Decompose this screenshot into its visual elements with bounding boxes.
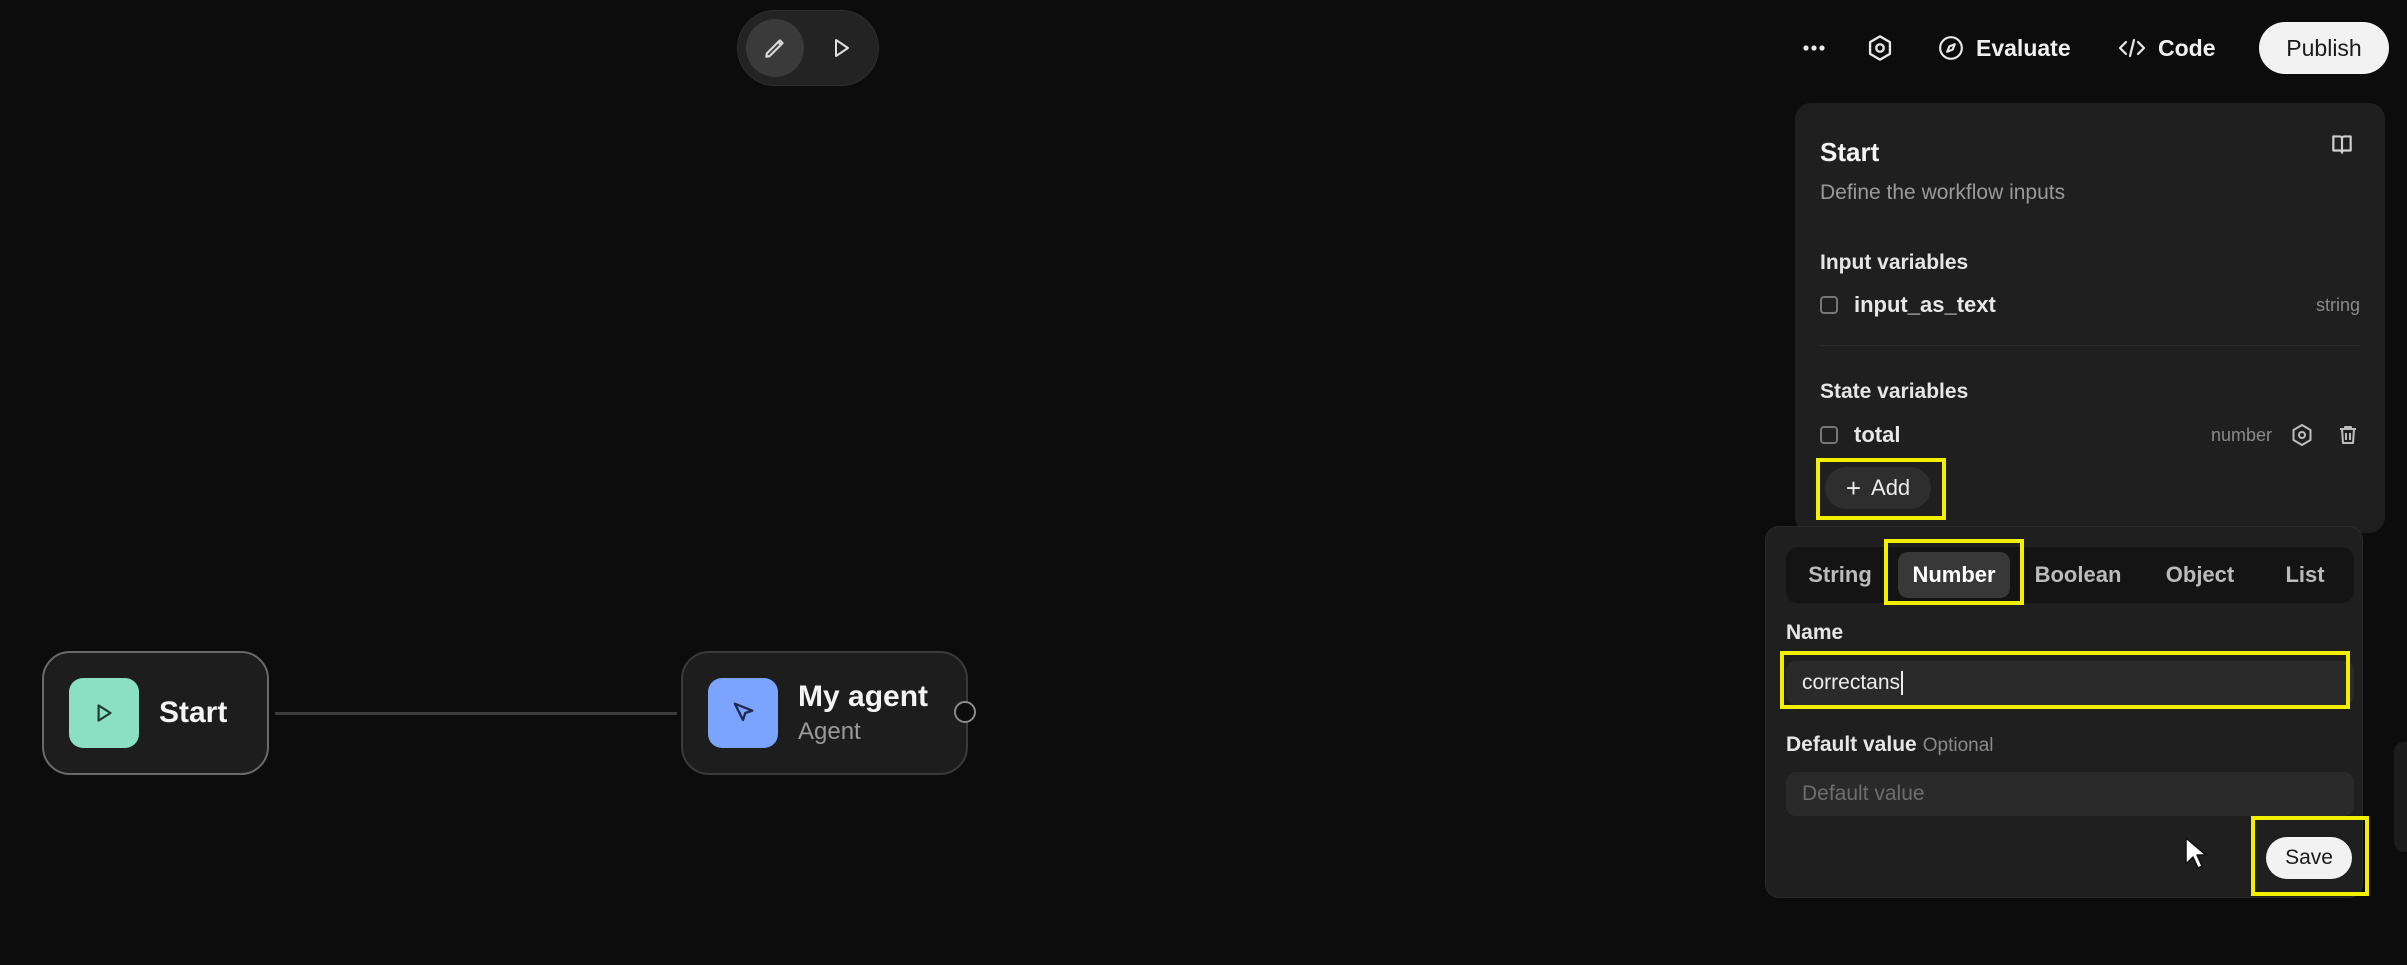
agent-output-port[interactable] [954, 701, 976, 723]
name-field-label: Name [1786, 621, 1844, 644]
code-label: Code [2158, 34, 2216, 61]
compass-icon [1939, 36, 1963, 60]
panel-title: Start [1820, 137, 1880, 167]
plus-icon: + [1845, 473, 1862, 503]
default-value-label-text: Default value [1786, 733, 1917, 756]
save-button[interactable]: Save [2266, 837, 2352, 879]
default-value-input[interactable]: Default value [1786, 772, 2354, 816]
more-button[interactable] [1800, 22, 1828, 74]
input-variables-heading: Input variables [1820, 251, 1969, 274]
default-value-placeholder: Default value [1802, 782, 1925, 805]
agent-node-subtitle: Agent [798, 718, 861, 745]
code-icon [2118, 38, 2146, 58]
start-node-icon-tile [69, 678, 139, 748]
publish-button[interactable]: Publish [2259, 22, 2389, 74]
panel-description: Define the workflow inputs [1820, 181, 2066, 204]
type-option-list[interactable]: List [2262, 552, 2348, 598]
add-state-variable-button[interactable]: + Add [1825, 467, 1931, 509]
start-node-title: Start [159, 696, 228, 729]
ellipsis-icon [1803, 45, 1825, 51]
optional-hint: Optional [1922, 735, 1994, 756]
edit-mode-button[interactable] [746, 19, 804, 77]
state-variable-type: number [2210, 424, 2272, 445]
node-connection-edge [275, 712, 677, 715]
book-icon[interactable] [2329, 131, 2355, 157]
default-value-label: Default value Optional [1786, 733, 1994, 757]
code-button[interactable]: Code [2118, 22, 2216, 74]
type-option-boolean[interactable]: Boolean [2020, 552, 2136, 598]
text-variable-icon [1820, 296, 1838, 314]
type-option-number[interactable]: Number [1898, 552, 2010, 598]
state-variable-name: total [1854, 422, 1901, 447]
run-mode-button[interactable] [812, 19, 870, 77]
state-variable-row[interactable]: total number [1820, 415, 2360, 455]
state-variables-heading: State variables [1820, 380, 1969, 403]
add-button-label: Add [1871, 475, 1911, 500]
name-input[interactable]: correctans [1786, 661, 2354, 705]
add-variable-popover: String Number Boolean Object List Name c… [1765, 526, 2363, 898]
trash-icon[interactable] [2336, 423, 2360, 447]
mouse-cursor-icon [2185, 837, 2207, 869]
evaluate-button[interactable]: Evaluate [1938, 22, 2071, 74]
evaluate-label: Evaluate [1976, 34, 2071, 61]
input-variable-name: input_as_text [1854, 292, 1996, 317]
variable-type-selector: String Number Boolean Object List [1786, 547, 2354, 603]
gear-icon[interactable] [2290, 423, 2314, 447]
offscreen-panel-edge [2394, 742, 2407, 852]
agent-node[interactable]: My agent Agent [681, 651, 968, 775]
type-option-object[interactable]: Object [2148, 552, 2252, 598]
play-icon [97, 704, 112, 722]
mode-toggle [737, 10, 879, 86]
type-option-string[interactable]: String [1792, 552, 1888, 598]
input-variable-row[interactable]: input_as_text string [1820, 285, 2360, 325]
settings-button[interactable] [1866, 22, 1894, 74]
name-input-value: correctans [1802, 671, 1901, 694]
play-icon [835, 39, 849, 57]
start-node[interactable]: Start [42, 651, 269, 775]
text-caret [1901, 671, 1904, 695]
panel-divider [1820, 345, 2360, 346]
agent-node-icon-tile [708, 678, 778, 748]
gear-icon [1868, 35, 1892, 61]
number-variable-icon [1820, 426, 1838, 444]
start-settings-panel: Start Define the workflow inputs Input v… [1795, 103, 2385, 533]
input-variable-type: string [2315, 294, 2360, 315]
agent-node-title: My agent [798, 680, 929, 713]
cursor-icon [733, 702, 754, 722]
pencil-icon [765, 39, 784, 58]
